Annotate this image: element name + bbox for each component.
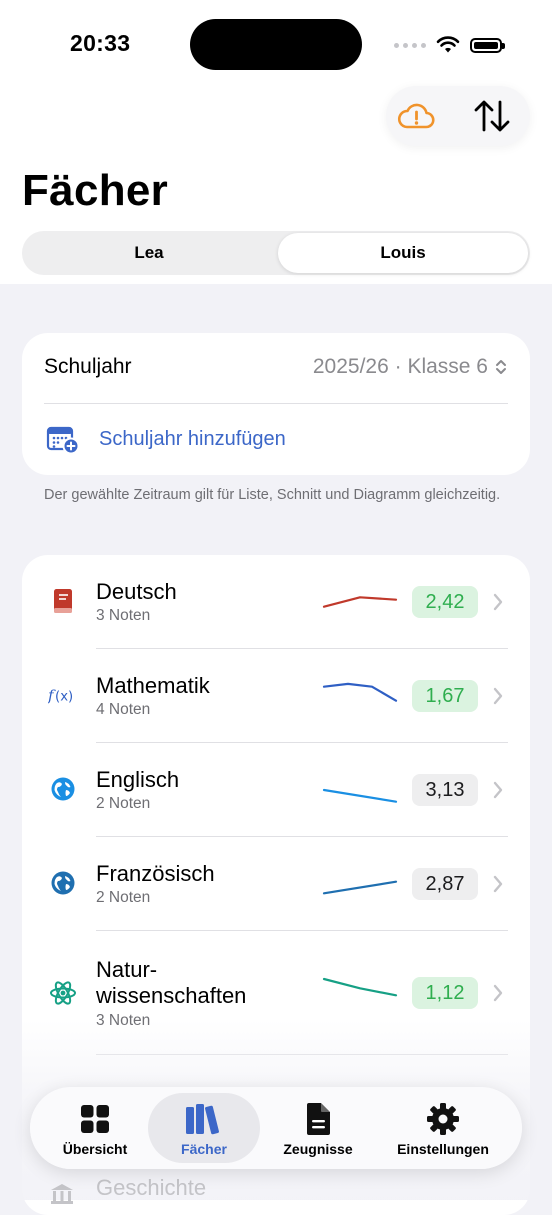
chevron-right-icon bbox=[493, 593, 503, 611]
wifi-icon bbox=[436, 36, 460, 53]
tab-label: Zeugnisse bbox=[283, 1141, 353, 1157]
status-time: 20:33 bbox=[70, 30, 131, 56]
subject-row-englisch[interactable]: Englisch 2 Noten 3,13 bbox=[22, 743, 530, 836]
sparkline-line bbox=[322, 977, 398, 997]
tab-faecher[interactable]: Fächer bbox=[148, 1093, 260, 1163]
subject-name: Natur- wissenschaften bbox=[96, 957, 247, 1008]
books-icon bbox=[186, 1104, 219, 1135]
add-school-year-button[interactable]: Schuljahr hinzufügen bbox=[22, 404, 530, 474]
svg-text:(x): (x) bbox=[55, 689, 73, 704]
subject-row-franzoesisch[interactable]: Französisch 2 Noten 2,87 bbox=[22, 837, 530, 930]
grade-count: 2 Noten bbox=[96, 889, 151, 906]
sparkline-line bbox=[322, 880, 398, 895]
divider bbox=[96, 1054, 508, 1055]
chevron-right-icon bbox=[493, 687, 503, 705]
signal-icon bbox=[394, 42, 426, 48]
school-year-label: Schuljahr bbox=[44, 355, 132, 378]
document-icon bbox=[307, 1103, 330, 1135]
subject-name: Mathematik bbox=[96, 673, 210, 698]
tab-label: Einstellungen bbox=[397, 1141, 489, 1157]
dynamic-island bbox=[190, 19, 362, 70]
trend-sparkline bbox=[322, 682, 398, 702]
chevron-right-icon bbox=[493, 875, 503, 893]
status-icons bbox=[394, 34, 505, 56]
average-badge: 3,13 bbox=[412, 774, 478, 806]
tab-einstellungen[interactable]: Einstellungen bbox=[384, 1093, 502, 1163]
subject-name: Englisch bbox=[96, 767, 180, 792]
average-badge: 1,12 bbox=[412, 977, 478, 1009]
subject-name-partial: Geschichte bbox=[96, 1175, 207, 1200]
cloud-warning-icon bbox=[397, 103, 435, 129]
sync-warning-button[interactable] bbox=[396, 96, 436, 136]
building-icon bbox=[51, 1184, 73, 1204]
school-year-value: 2025/26 · Klasse 6 bbox=[312, 355, 488, 378]
book-icon bbox=[48, 586, 78, 616]
globe-icon bbox=[48, 868, 78, 898]
trend-sparkline bbox=[322, 596, 398, 608]
calendar-plus-icon bbox=[46, 426, 80, 455]
grid-icon bbox=[81, 1105, 109, 1133]
trend-sparkline bbox=[322, 880, 398, 895]
average-badge: 2,42 bbox=[412, 586, 478, 618]
segment-louis[interactable]: Louis bbox=[278, 233, 528, 273]
subject-row-deutsch[interactable]: Deutsch 3 Noten 2,42 bbox=[22, 555, 530, 648]
tab-zeugnisse[interactable]: Zeugnisse bbox=[268, 1093, 368, 1163]
sparkline-line bbox=[322, 682, 398, 702]
page-title: Fächer bbox=[22, 166, 169, 215]
sort-button[interactable] bbox=[472, 96, 512, 136]
average-badge: 2,87 bbox=[412, 868, 478, 900]
sparkline-line bbox=[322, 596, 398, 608]
atom-icon bbox=[48, 978, 78, 1008]
battery-icon bbox=[470, 37, 505, 53]
period-footnote: Der gewählte Zeitraum gilt für Liste, Sc… bbox=[44, 487, 501, 503]
add-school-year-label: Schuljahr hinzufügen bbox=[99, 428, 286, 450]
grade-count: 3 Noten bbox=[96, 607, 151, 624]
tab-bar: Übersicht Fächer Zeugnisse Einstellungen bbox=[30, 1087, 522, 1169]
gear-icon bbox=[427, 1103, 459, 1135]
grade-count: 3 Noten bbox=[96, 1012, 151, 1029]
subject-name: Französisch bbox=[96, 861, 215, 886]
trend-sparkline bbox=[322, 788, 398, 803]
school-year-value-wrap: 2025/26 · Klasse 6 bbox=[313, 355, 508, 379]
school-year-picker[interactable]: Schuljahr 2025/26 · Klasse 6 bbox=[22, 333, 530, 403]
sort-arrows-icon bbox=[474, 100, 510, 132]
function-icon: f (x) bbox=[48, 680, 78, 710]
school-year-card: Schuljahr 2025/26 · Klasse 6 Schuljahr h… bbox=[22, 333, 530, 475]
tab-label: Übersicht bbox=[62, 1141, 128, 1157]
chevron-right-icon bbox=[493, 781, 503, 799]
child-segmented-control: Lea Louis bbox=[22, 231, 530, 275]
grade-count: 4 Noten bbox=[96, 701, 151, 718]
segment-lea[interactable]: Lea bbox=[24, 233, 274, 273]
tab-uebersicht[interactable]: Übersicht bbox=[46, 1093, 144, 1163]
subject-name: Deutsch bbox=[96, 579, 177, 604]
sparkline-line bbox=[322, 788, 398, 803]
globe-icon bbox=[48, 774, 78, 804]
chevron-right-icon bbox=[493, 984, 503, 1002]
trend-sparkline bbox=[322, 977, 398, 997]
tab-label: Fächer bbox=[181, 1141, 227, 1157]
subject-row-naturwissenschaften[interactable]: Natur- wissenschaften 3 Noten 1,12 bbox=[22, 931, 530, 1054]
average-badge: 1,67 bbox=[412, 680, 478, 712]
grade-count: 2 Noten bbox=[96, 795, 151, 812]
toolbar bbox=[386, 86, 530, 146]
chevron-up-down-icon bbox=[496, 360, 506, 374]
subject-row-mathematik[interactable]: f (x) Mathematik 4 Noten 1,67 bbox=[22, 649, 530, 742]
